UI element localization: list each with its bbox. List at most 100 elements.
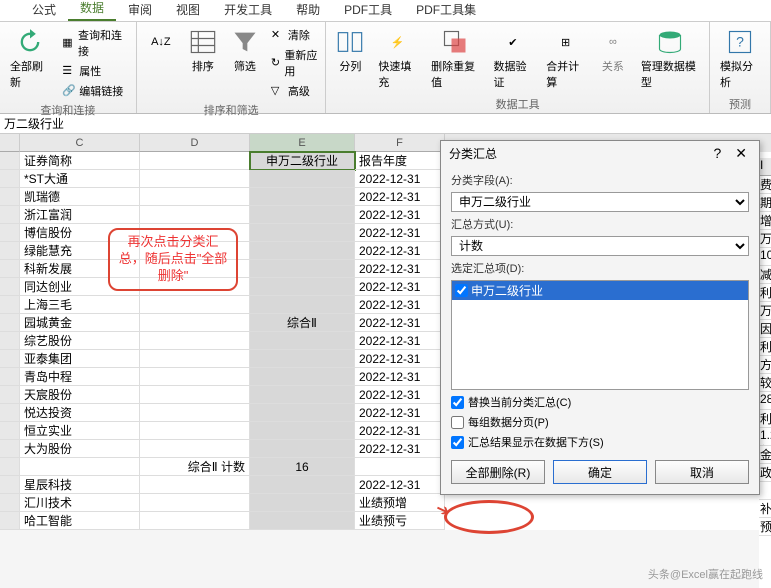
cell[interactable]: 2022-12-31 [355,278,445,296]
cell[interactable] [250,224,355,242]
cell[interactable]: 2022-12-31 [355,188,445,206]
tab-dev[interactable]: 开发工具 [212,0,284,21]
cell[interactable]: 哈工智能 [20,512,140,530]
row-header[interactable] [0,476,20,494]
cell[interactable] [140,494,250,512]
cell[interactable] [140,512,250,530]
cell[interactable]: 业绩预增 [355,494,445,512]
tab-help[interactable]: 帮助 [284,0,332,21]
cell[interactable]: 16 [250,458,355,476]
cell[interactable]: 综艺股份 [20,332,140,350]
consolidate-button[interactable]: ⊞合并计算 [542,26,589,92]
cell[interactable]: 2022-12-31 [355,368,445,386]
replace-check[interactable]: 替换当前分类汇总(C) [451,394,749,410]
cell[interactable]: 汇川技术 [20,494,140,512]
cell[interactable] [140,188,250,206]
row-header[interactable] [0,512,20,530]
cell[interactable] [140,152,250,170]
cell[interactable] [250,188,355,206]
row-header[interactable] [0,296,20,314]
cell[interactable]: 2022-12-31 [355,260,445,278]
reapply-button[interactable]: ↻重新应用 [269,46,320,80]
edit-links-button[interactable]: 🔗编辑链接 [60,82,130,100]
row-header-corner[interactable] [0,134,20,152]
row-header[interactable] [0,332,20,350]
cell[interactable] [250,350,355,368]
properties-button[interactable]: ☰属性 [60,62,130,80]
help-button[interactable]: ? [709,145,725,162]
cell[interactable] [140,368,250,386]
cell[interactable] [140,476,250,494]
cell[interactable]: 园城黄金 [20,314,140,332]
cell[interactable]: 申万二级行业 [250,152,355,170]
cell[interactable] [140,296,250,314]
ok-button[interactable]: 确定 [553,460,647,484]
row-header[interactable] [0,260,20,278]
row-header[interactable] [0,386,20,404]
cell[interactable]: *ST大通 [20,170,140,188]
row-header[interactable] [0,152,20,170]
row-header[interactable] [0,206,20,224]
cell[interactable] [250,296,355,314]
cell[interactable]: 2022-12-31 [355,404,445,422]
row-header[interactable] [0,224,20,242]
cell[interactable] [140,422,250,440]
col-c[interactable]: C [20,134,140,152]
close-button[interactable]: ✕ [731,145,751,162]
cell[interactable]: 凯瑞德 [20,188,140,206]
cell[interactable]: 上海三毛 [20,296,140,314]
row-header[interactable] [0,368,20,386]
cell[interactable]: 天宸股份 [20,386,140,404]
cell[interactable] [250,332,355,350]
row-header[interactable] [0,188,20,206]
text-to-cols-button[interactable]: 分列 [332,26,368,92]
cell[interactable]: 2022-12-31 [355,242,445,260]
cell[interactable] [250,242,355,260]
cell[interactable]: 亚泰集团 [20,350,140,368]
field-select[interactable]: 申万二级行业 [451,192,749,212]
cell[interactable] [250,368,355,386]
what-if-button[interactable]: ?模拟分析 [716,26,764,92]
col-e[interactable]: E [250,134,355,152]
row-header[interactable] [0,278,20,296]
cell[interactable] [140,170,250,188]
cell[interactable] [250,386,355,404]
cell[interactable] [140,314,250,332]
list-item[interactable]: 申万二级行业 [452,281,748,300]
below-check[interactable]: 汇总结果显示在数据下方(S) [451,434,749,450]
refresh-all-button[interactable]: 全部刷新 [6,26,54,100]
cell[interactable]: 综合Ⅱ 计数 [140,458,250,476]
remove-dup-button[interactable]: 删除重复值 [427,26,483,92]
method-select[interactable]: 计数 [451,236,749,256]
relationships-button[interactable]: ∞关系 [595,26,631,92]
row-header[interactable] [0,242,20,260]
data-model-button[interactable]: 管理数据模型 [637,26,703,92]
data-validation-button[interactable]: ✔数据验证 [489,26,536,92]
flash-fill-button[interactable]: ⚡快速填充 [374,26,421,92]
remove-all-button[interactable]: 全部删除(R) [451,460,545,484]
cell[interactable]: 2022-12-31 [355,350,445,368]
cell[interactable] [250,422,355,440]
cell[interactable] [250,440,355,458]
cell[interactable]: 2022-12-31 [355,314,445,332]
cell[interactable]: 2022-12-31 [355,386,445,404]
cell[interactable]: 2022-12-31 [355,440,445,458]
cell[interactable] [250,476,355,494]
advanced-filter-button[interactable]: ▽高级 [269,82,320,100]
cell[interactable] [140,332,250,350]
cell[interactable] [140,350,250,368]
cell[interactable]: 2022-12-31 [355,476,445,494]
row-header[interactable] [0,458,20,476]
cell[interactable] [250,278,355,296]
cell[interactable] [140,440,250,458]
cell[interactable] [250,206,355,224]
item-checkbox[interactable] [455,284,468,297]
cell[interactable]: 悦达投资 [20,404,140,422]
tab-data[interactable]: 数据 [68,0,116,21]
tab-view[interactable]: 视图 [164,0,212,21]
cell[interactable]: 2022-12-31 [355,224,445,242]
cell[interactable]: 综合Ⅱ [250,314,355,332]
sort-az-button[interactable]: A↓Z [143,26,179,100]
cell[interactable] [20,458,140,476]
row-header[interactable] [0,350,20,368]
